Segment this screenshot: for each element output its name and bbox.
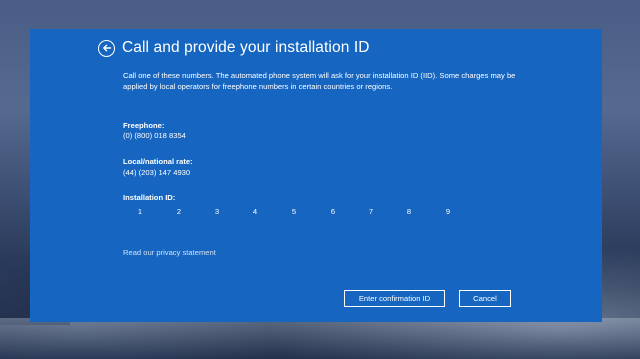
freephone-number: (0) (800) 018 8354	[123, 131, 186, 140]
instructions-text: Call one of these numbers. The automated…	[123, 71, 516, 91]
local-rate-number: (44) (203) 147 4930	[123, 168, 191, 177]
iid-column-header: 2	[176, 207, 182, 216]
page-title: Call and provide your installation ID	[122, 39, 370, 56]
iid-column-header: 1	[137, 207, 143, 216]
iid-column-header: 5	[291, 207, 297, 216]
privacy-statement-link[interactable]: Read our privacy statement	[123, 248, 216, 257]
activation-dialog: Call and provide your installation ID Ca…	[30, 29, 602, 322]
freephone-label: Freephone:	[123, 121, 165, 130]
installation-id-columns: 1 2 3 4 5 6 7 8 9	[30, 207, 602, 219]
enter-confirmation-id-button[interactable]: Enter confirmation ID	[344, 290, 445, 307]
iid-column-header: 7	[368, 207, 374, 216]
local-rate-label: Local/national rate:	[123, 157, 193, 166]
iid-column-header: 4	[252, 207, 258, 216]
iid-column-header: 8	[406, 207, 412, 216]
cancel-button[interactable]: Cancel	[459, 290, 511, 307]
iid-column-header: 3	[214, 207, 220, 216]
iid-column-header: 9	[445, 207, 451, 216]
iid-column-header: 6	[330, 207, 336, 216]
dialog-header: Call and provide your installation ID	[98, 39, 370, 57]
back-arrow-icon[interactable]	[98, 39, 115, 57]
installation-id-label: Installation ID:	[123, 193, 176, 202]
